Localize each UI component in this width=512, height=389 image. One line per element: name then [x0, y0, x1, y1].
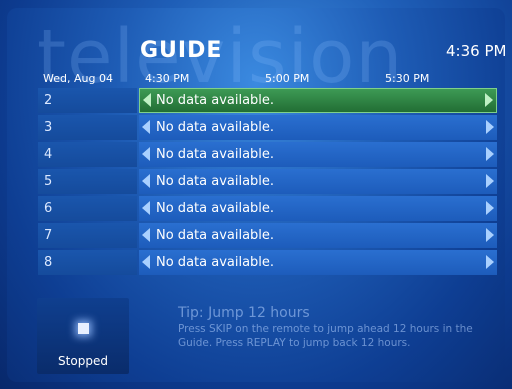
- scroll-left-icon[interactable]: [142, 228, 150, 242]
- scroll-left-icon[interactable]: [142, 201, 150, 215]
- scroll-right-icon[interactable]: [486, 228, 494, 242]
- scroll-right-icon[interactable]: [486, 255, 494, 269]
- date-label: Wed, Aug 04: [43, 72, 113, 85]
- clock: 4:36 PM: [446, 42, 507, 60]
- guide-grid: 2 No data available. 3 No data available…: [38, 88, 498, 277]
- scroll-left-icon[interactable]: [142, 174, 150, 188]
- stop-icon: [78, 323, 89, 334]
- program-cell[interactable]: No data available.: [139, 88, 497, 113]
- channel-number[interactable]: 4: [38, 142, 137, 167]
- channel-number[interactable]: 5: [38, 169, 137, 194]
- program-cell[interactable]: No data available.: [139, 142, 497, 167]
- program-title: No data available.: [156, 174, 275, 189]
- program-title: No data available.: [156, 201, 275, 216]
- guide-row: 6 No data available.: [38, 196, 498, 221]
- guide-row: 4 No data available.: [38, 142, 498, 167]
- scroll-right-icon[interactable]: [486, 174, 494, 188]
- program-title: No data available.: [156, 228, 275, 243]
- page-title: GUIDE: [140, 38, 223, 63]
- scroll-left-icon[interactable]: [142, 255, 150, 269]
- program-title: No data available.: [156, 147, 275, 162]
- scroll-right-icon[interactable]: [486, 201, 494, 215]
- guide-row: 2 No data available.: [38, 88, 498, 113]
- mini-player[interactable]: Stopped: [37, 298, 129, 374]
- guide-row: 7 No data available.: [38, 223, 498, 248]
- scroll-right-icon[interactable]: [486, 147, 494, 161]
- guide-row: 8 No data available.: [38, 250, 498, 275]
- channel-number[interactable]: 3: [38, 115, 137, 140]
- scroll-left-icon[interactable]: [143, 93, 151, 107]
- scroll-left-icon[interactable]: [142, 147, 150, 161]
- program-title: No data available.: [156, 120, 275, 135]
- channel-number[interactable]: 2: [38, 88, 137, 113]
- program-cell[interactable]: No data available.: [139, 169, 497, 194]
- time-slot: 4:30 PM: [145, 72, 190, 85]
- playback-status: Stopped: [58, 354, 108, 368]
- time-bar: Wed, Aug 04 4:30 PM 5:00 PM 5:30 PM: [0, 72, 512, 86]
- program-cell[interactable]: No data available.: [139, 250, 497, 275]
- tip-title: Tip: Jump 12 hours: [178, 305, 310, 321]
- program-cell[interactable]: No data available.: [139, 115, 497, 140]
- scroll-right-icon[interactable]: [486, 120, 494, 134]
- guide-row: 3 No data available.: [38, 115, 498, 140]
- time-slot: 5:00 PM: [265, 72, 310, 85]
- time-slot: 5:30 PM: [385, 72, 430, 85]
- channel-number[interactable]: 7: [38, 223, 137, 248]
- program-title: No data available.: [156, 93, 275, 108]
- scroll-left-icon[interactable]: [142, 120, 150, 134]
- guide-row: 5 No data available.: [38, 169, 498, 194]
- program-cell[interactable]: No data available.: [139, 196, 497, 221]
- tip-text: Press SKIP on the remote to jump ahead 1…: [178, 323, 473, 349]
- program-title: No data available.: [156, 255, 275, 270]
- channel-number[interactable]: 6: [38, 196, 137, 221]
- program-cell[interactable]: No data available.: [139, 223, 497, 248]
- channel-number[interactable]: 8: [38, 250, 137, 275]
- scroll-right-icon[interactable]: [485, 93, 493, 107]
